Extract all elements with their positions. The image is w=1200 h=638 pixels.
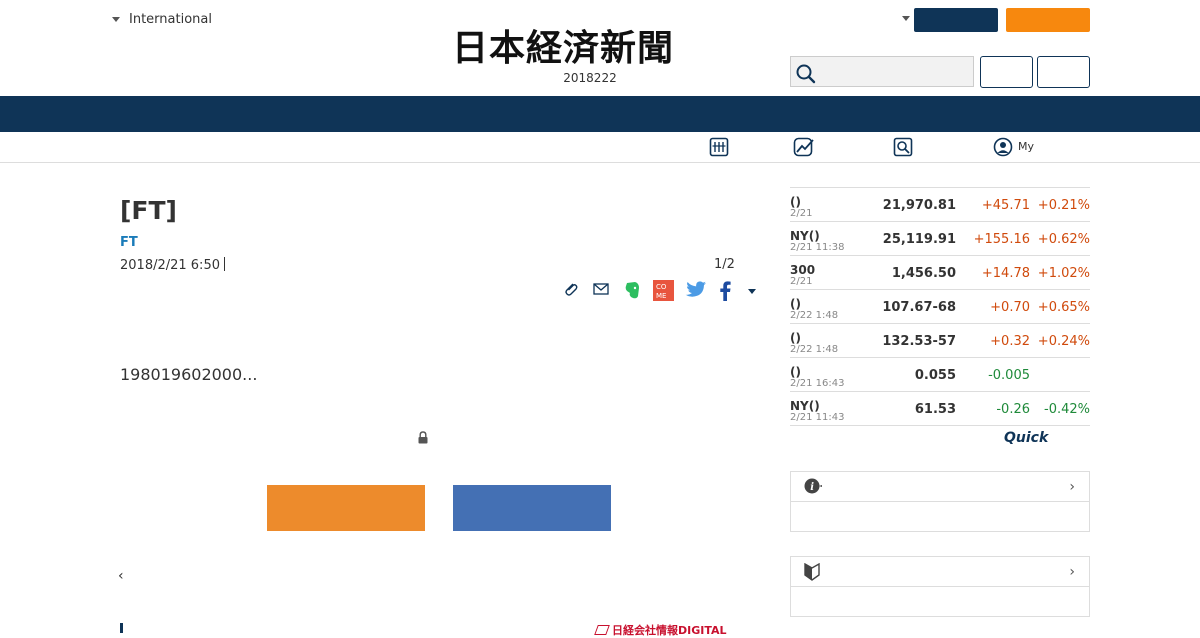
market-change-pct: +0.21% (1037, 198, 1090, 213)
newspaper-icon[interactable] (709, 137, 729, 157)
lock-icon (418, 431, 428, 444)
market-change: +45.71 (981, 198, 1030, 213)
market-time: 2/22 1:48 (790, 310, 839, 321)
market-name: () (790, 365, 801, 379)
my-label[interactable]: My (1018, 140, 1034, 153)
market-chart-icon[interactable] (793, 137, 815, 157)
market-time: 2/21 (790, 276, 813, 287)
market-row[interactable]: () 2/21 16:43 0.055 -0.005 (790, 358, 1090, 392)
market-change-pct: +1.02% (1037, 266, 1090, 281)
beginner-panel: › (790, 556, 1090, 617)
site-logo[interactable]: 日本経済新聞 (452, 28, 748, 68)
market-change-pct: +0.65% (1037, 300, 1090, 315)
quick-logo[interactable]: Quick (1004, 430, 1048, 446)
edition-label: International (129, 12, 212, 27)
evernote-icon[interactable] (623, 280, 641, 300)
article-pager: 1/2 (714, 257, 735, 272)
chevron-down-icon (112, 17, 120, 22)
beginner-panel-header[interactable]: › (791, 557, 1089, 587)
user-icon[interactable] (993, 137, 1013, 157)
svg-text:i: i (810, 482, 814, 493)
market-row[interactable]: () 2/22 1:48 107.67-68 +0.70 +0.65% (790, 290, 1090, 324)
market-value: 61.53 (914, 402, 956, 417)
market-time: 2/21 11:43 (790, 412, 845, 423)
market-value: 132.53-57 (882, 334, 956, 349)
search-doc-icon[interactable] (893, 137, 913, 157)
market-time: 2/22 1:48 (790, 344, 839, 355)
chevron-right-icon[interactable]: › (1069, 479, 1075, 495)
search-box[interactable] (790, 56, 974, 87)
market-value: 107.67-68 (882, 300, 956, 315)
market-change-pct: -0.42% (1044, 402, 1090, 417)
clip-icon[interactable] (562, 280, 580, 298)
digital-ad-banner[interactable]: 日経会社情報DIGITAL (594, 622, 727, 638)
market-value: 25,119.91 (882, 232, 956, 247)
market-name: NY() (790, 399, 820, 413)
market-table: () 2/21 21,970.81 +45.71 +0.21% NY() 2/21 11:3… (790, 187, 1090, 426)
market-value: 21,970.81 (882, 198, 956, 213)
twitter-icon[interactable] (685, 280, 707, 300)
market-row[interactable]: () 2/21 21,970.81 +45.71 +0.21% (790, 188, 1090, 222)
market-row[interactable]: NY() 2/21 11:43 61.53 -0.26 -0.42% (790, 392, 1090, 426)
mail-icon[interactable] (592, 280, 610, 298)
chevron-down-icon[interactable] (902, 16, 910, 21)
prev-page-link[interactable]: ‹ (118, 568, 124, 584)
login-cta-button[interactable] (267, 485, 425, 531)
market-row[interactable]: NY() 2/21 11:38 25,119.91 +155.16 +0.62% (790, 222, 1090, 256)
register-cta-button[interactable] (453, 485, 611, 531)
article-date-text: 2018/2/21 6:50 (120, 258, 220, 273)
market-change-pct: +0.24% (1037, 334, 1090, 349)
comemo-icon[interactable]: CO ME (653, 280, 674, 301)
market-value: 0.055 (914, 368, 956, 383)
section-marker (120, 623, 123, 633)
info-icon: i (804, 478, 822, 494)
digital-ad-text: 日経会社情報DIGITAL (612, 624, 727, 637)
outline-button-2[interactable] (1037, 56, 1090, 88)
market-change: -0.26 (996, 402, 1030, 417)
market-time: 2/21 11:38 (790, 242, 845, 253)
market-value: 1,456.50 (891, 266, 956, 281)
market-name: NY() (790, 229, 820, 243)
info-panel-header[interactable]: i › (791, 472, 1089, 502)
chevron-down-icon[interactable] (748, 289, 756, 294)
market-change-pct: +0.62% (1037, 232, 1090, 247)
market-change: +0.32 (990, 334, 1030, 349)
market-name: 300 (790, 263, 816, 277)
search-icon[interactable] (795, 63, 817, 85)
market-row[interactable]: 300 2/21 1,456.50 +14.78 +1.02% (790, 256, 1090, 290)
article-date: 2018/2/21 6:50 (120, 257, 225, 273)
outline-button-1[interactable] (980, 56, 1033, 88)
header-date: 2018222 (563, 71, 617, 85)
article-source[interactable]: FT (120, 235, 138, 250)
article-title: [FT] (120, 196, 177, 225)
login-button[interactable] (914, 8, 998, 32)
chevron-right-icon[interactable]: › (1069, 564, 1075, 580)
subscribe-button[interactable] (1006, 8, 1090, 32)
market-time: 2/21 (790, 208, 813, 219)
svg-text:CO: CO (656, 283, 667, 291)
search-input[interactable] (821, 61, 971, 85)
beginner-mark-icon (804, 563, 820, 581)
market-change: +14.78 (981, 266, 1030, 281)
article-lead: 198019602000... (120, 365, 258, 384)
edition-selector[interactable]: International (112, 12, 212, 27)
market-change: +155.16 (973, 232, 1030, 247)
market-row[interactable]: () 2/22 1:48 132.53-57 +0.32 +0.24% (790, 324, 1090, 358)
market-change: +0.70 (990, 300, 1030, 315)
market-name: () (790, 331, 801, 345)
market-time: 2/21 16:43 (790, 378, 845, 389)
market-name: () (790, 195, 801, 209)
market-change: -0.005 (988, 368, 1030, 383)
facebook-icon[interactable] (718, 280, 732, 302)
market-name: () (790, 297, 801, 311)
main-nav-bar (0, 96, 1200, 132)
svg-text:ME: ME (656, 292, 666, 300)
info-panel: i › (790, 471, 1090, 532)
